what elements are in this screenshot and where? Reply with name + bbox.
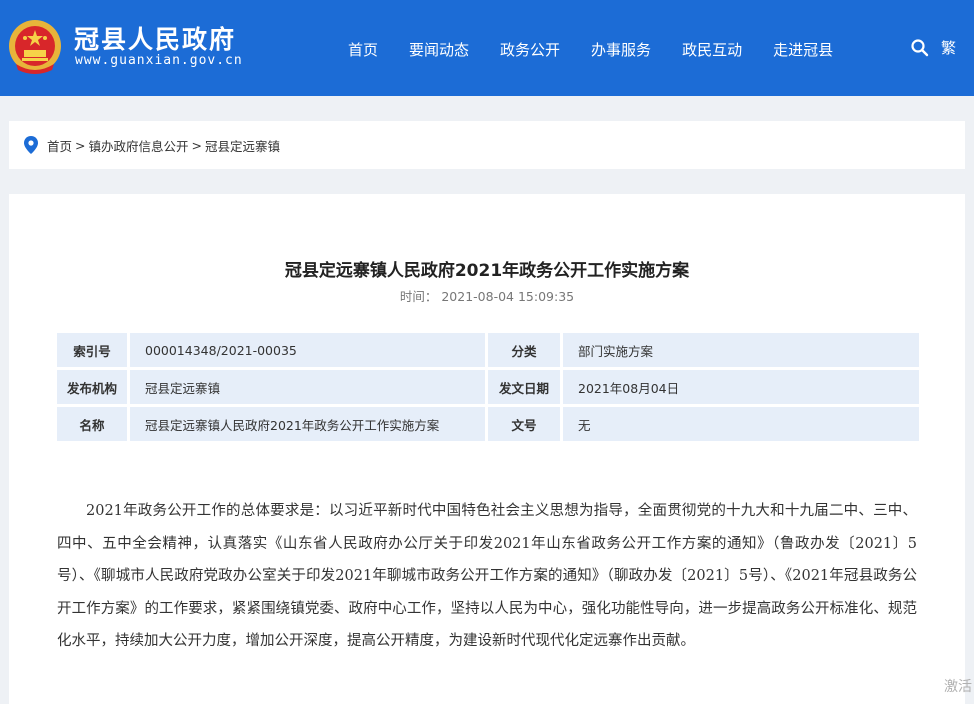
breadcrumb-current[interactable]: 冠县定远寨镇 bbox=[205, 136, 280, 155]
site-name[interactable]: 冠县人民政府 bbox=[74, 20, 236, 56]
publisher-label: 发布机构 bbox=[57, 370, 127, 404]
index-value: 000014348/2021-00035 bbox=[130, 333, 485, 367]
nav-item-interaction[interactable]: 政民互动 bbox=[682, 39, 742, 60]
article-body: 2021年政务公开工作的总体要求是：以习近平新时代中国特色社会主义思想为指导，全… bbox=[57, 503, 917, 649]
name-value: 冠县定远寨镇人民政府2021年政务公开工作实施方案 bbox=[130, 407, 485, 441]
breadcrumb: 首页 > 镇办政府信息公开 > 冠县定远寨镇 bbox=[9, 121, 965, 169]
index-label: 索引号 bbox=[57, 333, 127, 367]
category-label: 分类 bbox=[488, 333, 560, 367]
name-label: 名称 bbox=[57, 407, 127, 441]
breadcrumb-home[interactable]: 首页 bbox=[47, 136, 72, 155]
breadcrumb-town-info[interactable]: 镇办政府信息公开 bbox=[89, 136, 189, 155]
national-emblem-icon bbox=[9, 20, 61, 74]
nav-item-gov-open[interactable]: 政务公开 bbox=[500, 39, 560, 60]
docno-value: 无 bbox=[563, 407, 919, 441]
site-url: www.guanxian.gov.cn bbox=[75, 53, 243, 68]
time-value: 2021-08-04 15:09:35 bbox=[441, 289, 575, 304]
nav-item-home[interactable]: 首页 bbox=[348, 39, 378, 60]
docno-label: 文号 bbox=[488, 407, 560, 441]
time-label: 时间： bbox=[399, 289, 438, 304]
main-nav: 首页 要闻动态 政务公开 办事服务 政民互动 走进冠县 bbox=[348, 37, 864, 61]
article-title: 冠县定远寨镇人民政府2021年政务公开工作实施方案 bbox=[284, 261, 690, 281]
article-time: 时间： 2021-08-04 15:09:35 bbox=[9, 286, 965, 305]
table-row: 索引号 000014348/2021-00035 分类 部门实施方案 bbox=[57, 333, 919, 367]
category-value: 部门实施方案 bbox=[563, 333, 919, 367]
location-pin-icon bbox=[24, 136, 38, 154]
site-header: 冠县人民政府 www.guanxian.gov.cn 首页 要闻动态 政务公开 … bbox=[0, 0, 974, 96]
article-panel: 冠县定远寨镇人民政府2021年政务公开工作实施方案 时间： 2021-08-04… bbox=[9, 194, 965, 704]
publisher-value: 冠县定远寨镇 bbox=[130, 370, 485, 404]
table-row: 名称 冠县定远寨镇人民政府2021年政务公开工作实施方案 文号 无 bbox=[57, 407, 919, 441]
date-value: 2021年08月04日 bbox=[563, 370, 919, 404]
date-label: 发文日期 bbox=[488, 370, 560, 404]
nav-item-about[interactable]: 走进冠县 bbox=[773, 39, 833, 60]
table-row: 发布机构 冠县定远寨镇 发文日期 2021年08月04日 bbox=[57, 370, 919, 404]
traditional-chinese-toggle[interactable]: 繁 bbox=[941, 37, 956, 58]
metadata-table: 索引号 000014348/2021-00035 分类 部门实施方案 发布机构 … bbox=[57, 333, 919, 444]
breadcrumb-separator: > bbox=[75, 137, 86, 153]
activation-watermark: 激活 bbox=[944, 679, 972, 695]
breadcrumb-separator: > bbox=[191, 137, 202, 153]
nav-item-news[interactable]: 要闻动态 bbox=[409, 39, 469, 60]
search-icon[interactable] bbox=[910, 38, 930, 58]
nav-item-services[interactable]: 办事服务 bbox=[591, 39, 651, 60]
